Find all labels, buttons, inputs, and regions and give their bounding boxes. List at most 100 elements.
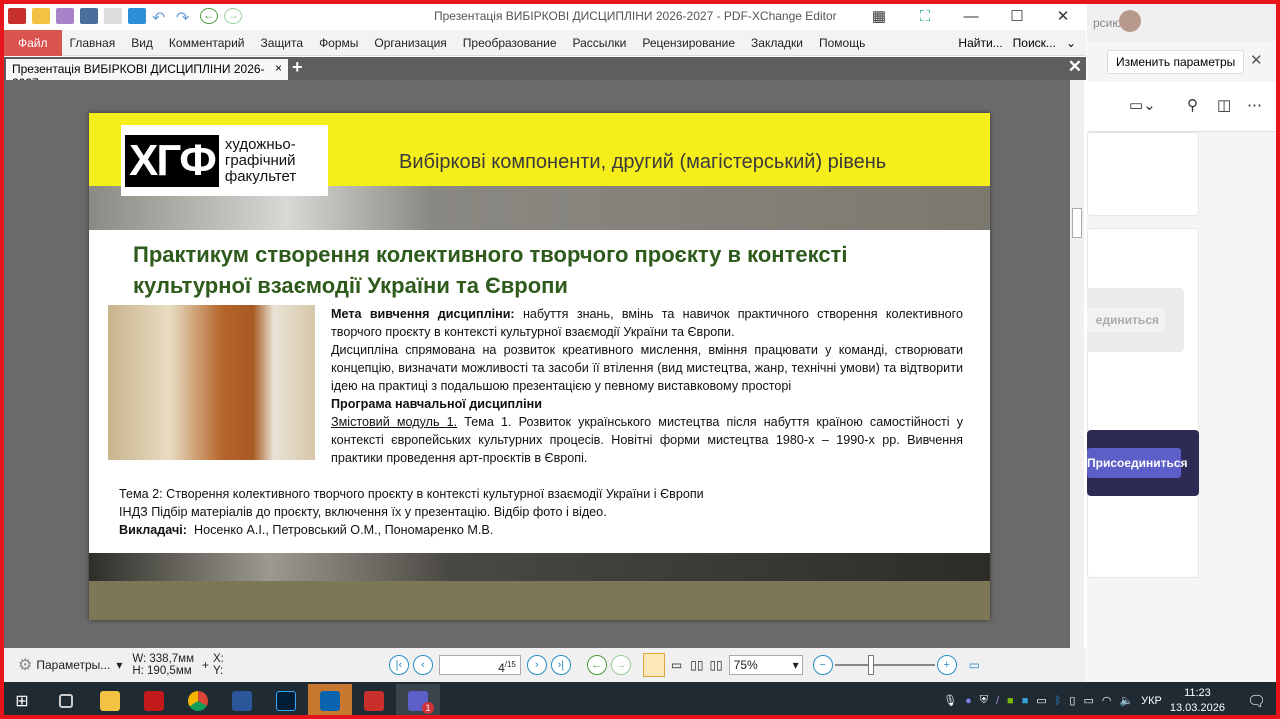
single-page-icon[interactable]: [642, 653, 665, 677]
close-tab-icon[interactable]: ×: [275, 61, 282, 75]
start-button[interactable]: ⊞: [0, 684, 44, 717]
outlook-icon[interactable]: [308, 684, 352, 717]
avatar[interactable]: [1119, 10, 1141, 32]
teams-close-icon[interactable]: ✕: [1250, 51, 1263, 69]
params-button[interactable]: Параметры...: [36, 658, 110, 672]
menu-help[interactable]: Помощь: [811, 30, 873, 56]
language-indicator[interactable]: УКР: [1141, 695, 1162, 707]
page-height: H: 190,5мм: [132, 665, 192, 677]
next-page-button[interactable]: ›: [526, 655, 547, 675]
open-icon[interactable]: [32, 8, 50, 24]
forward-icon[interactable]: →: [224, 8, 242, 24]
volume-icon[interactable]: 🔈: [1119, 694, 1133, 707]
pdf-xchange-icon[interactable]: [352, 684, 396, 717]
pen-icon[interactable]: /: [996, 695, 999, 707]
teams-icon[interactable]: 1: [396, 684, 440, 717]
word-icon[interactable]: [220, 684, 264, 717]
menu-home[interactable]: Главная: [62, 30, 124, 56]
usb-icon[interactable]: ▯: [1069, 694, 1075, 707]
new-tab-button[interactable]: +: [292, 57, 303, 78]
undo-icon[interactable]: ↶: [152, 8, 170, 27]
zoom-slider[interactable]: [834, 655, 935, 675]
fullscreen-icon[interactable]: ⛶: [902, 4, 948, 28]
mic-icon[interactable]: 🎙: [943, 694, 957, 707]
menu-bookmarks[interactable]: Закладки: [743, 30, 811, 56]
module-label: Змістовий модуль 1.: [331, 415, 458, 429]
bluetooth-icon[interactable]: ᛒ: [1055, 695, 1062, 707]
nvidia-icon[interactable]: ■: [1007, 695, 1014, 707]
teams-panel: рсию Изменить параметры ✕ ▭⌄ ⚲ ◫ ⋯ едини…: [1087, 0, 1280, 682]
view-mode-icon[interactable]: ▭: [969, 658, 980, 672]
last-page-button[interactable]: ›|: [550, 655, 571, 675]
document-tab[interactable]: Презентація ВИБІРКОВІ ДИСЦИПЛІНИ 2026-20…: [6, 59, 288, 90]
video-icon[interactable]: ▭⌄: [1129, 96, 1156, 114]
zoom-slider-handle[interactable]: [867, 655, 874, 675]
search-icon[interactable]: ⚲: [1187, 96, 1198, 114]
prev-view-button[interactable]: ←: [586, 655, 607, 675]
menu-organize[interactable]: Организация: [366, 30, 454, 56]
panel-icon[interactable]: ◫: [1217, 96, 1231, 114]
menu-comment[interactable]: Комментарий: [161, 30, 253, 56]
app-red-icon[interactable]: [132, 684, 176, 717]
join-button[interactable]: Присоединиться: [1087, 448, 1188, 478]
photoshop-icon[interactable]: [264, 684, 308, 717]
menu-protect[interactable]: Защита: [253, 30, 312, 56]
menu-view[interactable]: Вид: [123, 30, 161, 56]
battery-icon[interactable]: ▭: [1083, 694, 1093, 707]
clock[interactable]: 11:23 13.03.2026: [1170, 686, 1225, 716]
explorer-icon[interactable]: [88, 684, 132, 717]
chrome-icon[interactable]: [176, 684, 220, 717]
task-view-button[interactable]: [44, 684, 88, 717]
back-icon[interactable]: ←: [200, 8, 218, 24]
logo-mark: ХГФ: [125, 134, 219, 187]
chevron-down-icon[interactable]: ⌄: [1066, 36, 1076, 50]
teams-tray-icon[interactable]: ●: [965, 695, 972, 707]
menu-review[interactable]: Рецензирование: [634, 30, 743, 56]
page-number-input[interactable]: 4/15: [438, 655, 521, 675]
first-page-button[interactable]: |‹: [388, 655, 409, 675]
save-icon[interactable]: [56, 8, 74, 24]
change-params-button[interactable]: Изменить параметры: [1107, 50, 1245, 74]
menu-mailings[interactable]: Рассылки: [565, 30, 635, 56]
zoom-out-button[interactable]: −: [812, 655, 833, 675]
slide-footer: [89, 581, 990, 620]
next-view-button[interactable]: →: [610, 655, 631, 675]
menu-file[interactable]: Файл: [4, 29, 62, 56]
prev-page-button[interactable]: ‹: [412, 655, 433, 675]
facing-icon[interactable]: ▯▯: [690, 658, 703, 672]
zoom-in-button[interactable]: +: [936, 655, 957, 675]
cursor-y: Y:: [213, 665, 224, 677]
facing-continuous-icon[interactable]: ▯▯: [709, 658, 722, 672]
find-button[interactable]: Найти...: [958, 36, 1002, 50]
window-title: Презентація ВИБІРКОВІ ДИСЦИПЛІНИ 2026-20…: [434, 9, 837, 23]
email-icon[interactable]: [104, 8, 122, 24]
display-icon[interactable]: ▭: [1036, 694, 1046, 707]
app-tray-icon[interactable]: ■: [1022, 695, 1029, 707]
slide-body-lower: Тема 2: Створення колективного творчого …: [119, 485, 969, 539]
ui-options-icon[interactable]: ▦: [856, 4, 902, 28]
menu-forms[interactable]: Формы: [311, 30, 366, 56]
slide-title: Практикум створення колективного творчог…: [133, 242, 848, 298]
close-document-button[interactable]: ✕: [1068, 57, 1082, 77]
menu-bar: Файл Главная Вид Комментарий Защита Форм…: [4, 29, 1086, 56]
menu-convert[interactable]: Преобразование: [455, 30, 565, 56]
continuous-icon[interactable]: ▭: [671, 658, 682, 672]
scan-icon[interactable]: [128, 8, 146, 24]
more-icon[interactable]: ⋯: [1247, 96, 1262, 114]
zoom-select[interactable]: 75% ▾: [728, 655, 803, 675]
security-icon[interactable]: ⛨: [980, 694, 988, 707]
search-button[interactable]: Поиск...: [1013, 36, 1056, 50]
params-dropdown-icon[interactable]: ▾: [116, 658, 122, 672]
redo-icon[interactable]: ↷: [176, 8, 194, 27]
slide-page: ХГФ художньо- графічний факультет Вибірк…: [89, 113, 990, 620]
gear-icon[interactable]: ⚙: [18, 655, 32, 675]
close-button[interactable]: ✕: [1040, 4, 1086, 28]
wifi-icon[interactable]: ◠: [1102, 694, 1112, 707]
scrollbar-thumb[interactable]: [1072, 208, 1082, 238]
maximize-button[interactable]: ☐: [994, 4, 1040, 28]
print-icon[interactable]: [80, 8, 98, 24]
notifications-icon[interactable]: 🗨: [1247, 692, 1266, 710]
vertical-scrollbar[interactable]: [1070, 80, 1084, 648]
minimize-button[interactable]: —: [948, 4, 994, 28]
goal-label: Мета вивчення дисципліни:: [331, 307, 515, 321]
